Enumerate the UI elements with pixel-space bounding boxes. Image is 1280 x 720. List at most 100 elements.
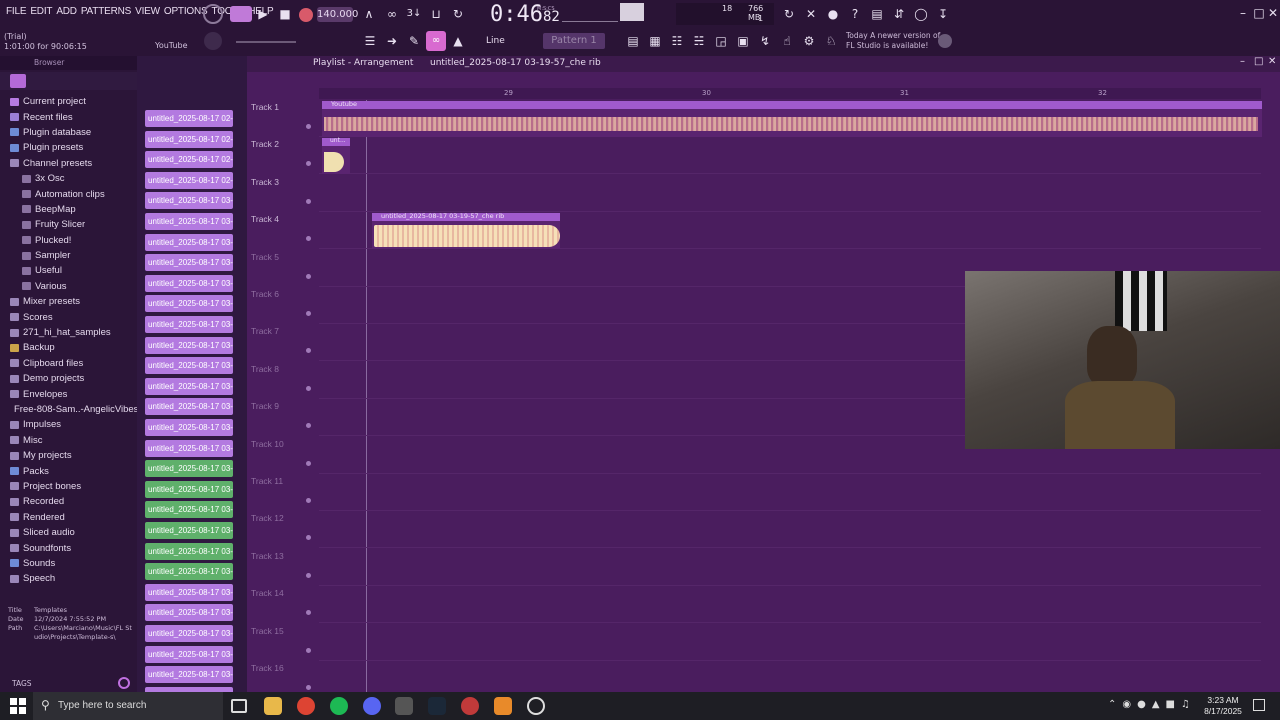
track-label[interactable]: Track 6 xyxy=(251,289,279,299)
browser-item[interactable]: Demo projects xyxy=(10,371,135,386)
browser-item[interactable]: Sounds xyxy=(10,556,135,571)
menu-view[interactable]: VIEW xyxy=(135,6,160,17)
help-icon[interactable]: ? xyxy=(846,5,864,23)
track-label[interactable]: Track 15 xyxy=(251,626,284,636)
track-label[interactable]: Track 5 xyxy=(251,252,279,262)
chrome-icon[interactable] xyxy=(297,697,315,715)
browser-item[interactable]: Misc xyxy=(10,433,135,448)
browser-item[interactable]: 3x Osc xyxy=(10,171,135,186)
channel-button[interactable]: untitled_2025-08-17 02-... xyxy=(145,130,233,148)
channel-button[interactable]: untitled_2025-08-17 02-... xyxy=(145,110,233,127)
channel-button[interactable]: untitled_2025-08-17 03-... xyxy=(145,192,233,210)
channel-button[interactable]: untitled_2025-08-17 03-... xyxy=(145,645,233,663)
track-label[interactable]: Track 2 xyxy=(251,139,279,149)
browser-item[interactable]: Speech xyxy=(10,571,135,586)
audio-clip-small[interactable]: unt... xyxy=(322,137,350,174)
close-icon[interactable]: ✕ xyxy=(1264,4,1280,22)
metronome-icon[interactable]: ∧ xyxy=(360,5,378,23)
browser-all-icon[interactable] xyxy=(10,74,26,88)
channel-button[interactable]: untitled_2025-08-17 03-... xyxy=(145,274,233,292)
channel-button[interactable]: untitled_2025-08-17 03-... xyxy=(145,398,233,416)
track-label[interactable]: Track 9 xyxy=(251,401,279,411)
browser-item[interactable]: Channel presets xyxy=(10,156,135,171)
midi-icon[interactable]: ⇵ xyxy=(890,5,908,23)
app-icon-red[interactable] xyxy=(461,697,479,715)
menu-edit[interactable]: EDIT xyxy=(30,6,52,17)
browser-item[interactable]: Backup xyxy=(10,340,135,355)
browser-item[interactable]: Recorded xyxy=(10,494,135,509)
snap-selector[interactable]: Line xyxy=(472,33,524,49)
search-icon[interactable] xyxy=(118,677,130,689)
channel-button[interactable]: untitled_2025-08-17 03-... xyxy=(145,316,233,333)
channel-button[interactable]: untitled_2025-08-17 03-... xyxy=(145,419,233,436)
download-icon[interactable]: ↧ xyxy=(934,5,952,23)
mixer-icon[interactable]: ☵ xyxy=(690,32,708,50)
touch-keyboard-icon[interactable]: ☝ xyxy=(778,32,796,50)
channel-button[interactable]: untitled_2025-08-17 03-... xyxy=(145,377,233,395)
track-mute-led[interactable] xyxy=(306,124,311,129)
windows-start-icon[interactable] xyxy=(10,698,26,714)
pencil-icon[interactable]: ✎ xyxy=(405,32,423,50)
channel-button[interactable]: untitled_2025-08-17 03-... xyxy=(145,583,233,601)
track-label[interactable]: Track 10 xyxy=(251,439,284,449)
track-mute-led[interactable] xyxy=(306,385,311,391)
tempo-display[interactable]: 140.000 xyxy=(317,7,358,22)
browser-item[interactable]: Plucked! xyxy=(10,233,135,248)
browser-item[interactable]: Impulses xyxy=(10,417,135,432)
track-label[interactable]: Track 16 xyxy=(251,663,284,673)
browser-item[interactable]: Sliced audio xyxy=(10,525,135,540)
menu-file[interactable]: FILE xyxy=(6,6,27,17)
channel-button[interactable]: untitled_2025-08-17 03-... xyxy=(145,501,233,519)
file-explorer-icon[interactable] xyxy=(264,697,282,715)
loop-record-icon[interactable]: ↻ xyxy=(449,5,467,23)
track-label[interactable]: Track 12 xyxy=(251,513,284,523)
cut-icon[interactable]: ✕ xyxy=(802,5,820,23)
channel-button[interactable]: untitled_2025-08-17 03-... xyxy=(145,213,233,230)
tools-icon[interactable]: ⚙ xyxy=(800,32,818,50)
browser-item[interactable]: Free-808-Sam..-AngelicVibes xyxy=(10,402,138,417)
browser-item[interactable]: Mixer presets xyxy=(10,294,135,309)
track-mute-led[interactable] xyxy=(306,610,311,616)
track-label[interactable]: Track 1 xyxy=(251,102,279,112)
track-lane[interactable] xyxy=(319,511,1261,549)
track-lane[interactable] xyxy=(319,474,1261,511)
master-volume-slider[interactable] xyxy=(562,6,618,22)
browser-item[interactable]: Useful xyxy=(10,263,135,278)
track-label[interactable]: Track 11 xyxy=(251,476,283,486)
browser-item[interactable]: Automation clips xyxy=(10,186,135,201)
browser-item[interactable]: Soundfonts xyxy=(10,540,135,555)
browser-item[interactable]: Fruity Slicer xyxy=(10,217,135,232)
browser-item[interactable]: Various xyxy=(10,279,135,294)
steam-icon[interactable] xyxy=(428,697,446,715)
browser-item[interactable]: 271_hi_hat_samples xyxy=(10,325,135,340)
browser-item[interactable]: Plugin database xyxy=(10,125,135,140)
piano-icon[interactable]: ☰ xyxy=(361,32,379,50)
browser-item[interactable]: My projects xyxy=(10,448,135,463)
channel-button[interactable]: untitled_2025-08-17 03-... xyxy=(145,233,233,251)
playlist-close-icon[interactable]: ✕ xyxy=(1268,56,1276,67)
browser-item[interactable]: Plugin presets xyxy=(10,140,135,155)
track-lane[interactable] xyxy=(319,137,1261,175)
menu-add[interactable]: ADD xyxy=(56,6,77,17)
chat-icon[interactable]: ◯ xyxy=(912,5,930,23)
mic-icon[interactable]: ● xyxy=(824,5,842,23)
audio-clip-che-rib[interactable]: untitled_2025-08-17 03-19-57_che rib xyxy=(372,212,560,249)
record-button[interactable] xyxy=(299,8,313,22)
pattern-selector[interactable]: Pattern 1 xyxy=(543,33,605,49)
browser-item[interactable]: Clipboard files xyxy=(10,356,135,371)
audio-clip-youtube[interactable]: Youtube xyxy=(322,100,1262,137)
playlist-icon[interactable]: ▤ xyxy=(624,32,642,50)
browser-item[interactable]: BeepMap xyxy=(10,202,135,217)
track-lane[interactable] xyxy=(319,624,1261,661)
track-label[interactable]: Track 14 xyxy=(251,588,284,598)
channel-button[interactable]: untitled_2025-08-17 03-... xyxy=(145,439,233,457)
channel-button[interactable]: untitled_2025-08-17 02-... xyxy=(145,151,233,169)
channel-button[interactable]: untitled_2025-08-17 03-... xyxy=(145,336,233,354)
notification-icon[interactable] xyxy=(1253,699,1265,711)
browser-item[interactable]: Project bones xyxy=(10,479,135,494)
wait-icon[interactable]: ∞ xyxy=(383,5,401,23)
stop-button[interactable]: ■ xyxy=(276,5,294,23)
plug-icon[interactable]: ↯ xyxy=(756,32,774,50)
taskbar-clock[interactable]: 3:23 AM 8/17/2025 xyxy=(1198,695,1248,717)
track-label[interactable]: Track 7 xyxy=(251,326,279,336)
